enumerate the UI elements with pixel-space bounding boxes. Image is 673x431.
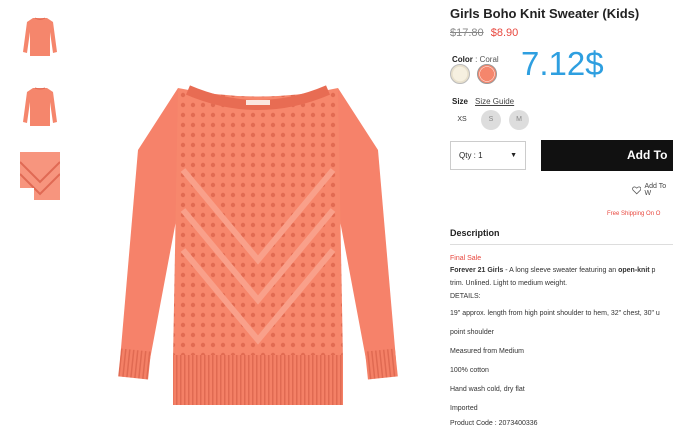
quantity-select[interactable]: Qty : 1 ▼ — [450, 141, 526, 170]
description-heading: Description — [450, 228, 500, 238]
heart-icon — [632, 186, 642, 194]
description-line: trim. Unlined. Light to medium weight. — [450, 280, 568, 287]
intro-bold: open-knit — [618, 267, 650, 274]
thumbnail-detail[interactable] — [20, 152, 60, 200]
color-label: Color : Coral — [452, 55, 499, 64]
divider — [450, 244, 673, 245]
description-intro: Forever 21 Girls - A long sleeve sweater… — [450, 267, 655, 274]
description-line: 19" approx. length from high point shoul… — [450, 310, 660, 317]
final-sale-label: Final Sale — [450, 255, 482, 262]
original-price: $17.80 — [450, 27, 484, 39]
thumbnail-front[interactable] — [20, 12, 60, 60]
free-shipping-notice: Free Shipping On O — [607, 211, 661, 217]
price-row: $17.80 $8.90 — [450, 27, 673, 39]
description-line: 100% cotton — [450, 367, 489, 374]
description-line: Imported — [450, 405, 478, 412]
wishlist-label: Add To W — [644, 183, 667, 197]
color-value: : Coral — [475, 55, 499, 64]
details-label: DETAILS: — [450, 293, 481, 300]
description-line: point shoulder — [450, 329, 494, 336]
add-to-bag-button[interactable]: Add To — [541, 140, 673, 171]
thumbnail-list — [20, 12, 66, 222]
size-option-s[interactable]: S — [481, 110, 501, 130]
product-main-image — [118, 85, 398, 405]
color-swatch-cream[interactable] — [450, 64, 470, 84]
brand-name: Forever 21 Girls — [450, 267, 504, 274]
quantity-value: Qty : 1 — [459, 151, 483, 160]
description-line: Measured from Medium — [450, 348, 524, 355]
description-line: Hand wash cold, dry flat — [450, 386, 525, 393]
color-label-text: Color — [452, 55, 473, 64]
intro-text: - A long sleeve sweater featuring an — [503, 267, 619, 274]
chevron-down-icon: ▼ — [510, 152, 517, 159]
intro-tail: p — [649, 267, 656, 274]
color-swatch-coral[interactable] — [477, 64, 497, 84]
size-label: Size — [452, 97, 469, 106]
size-option-m[interactable]: M — [509, 110, 529, 130]
thumbnail-back[interactable] — [20, 82, 60, 130]
sale-price: $8.90 — [490, 27, 519, 39]
product-code: Product Code : 2073400336 — [450, 420, 538, 427]
size-option-xs[interactable]: XS — [452, 110, 472, 130]
add-to-wishlist-link[interactable]: Add To W — [632, 183, 673, 197]
product-title: Girls Boho Knit Sweater (Kids) — [450, 6, 640, 21]
product-info: Girls Boho Knit Sweater (Kids) $17.80 $8… — [450, 6, 673, 39]
size-guide-link[interactable]: Size Guide — [475, 97, 514, 106]
overlay-price: 7.12$ — [521, 45, 604, 82]
